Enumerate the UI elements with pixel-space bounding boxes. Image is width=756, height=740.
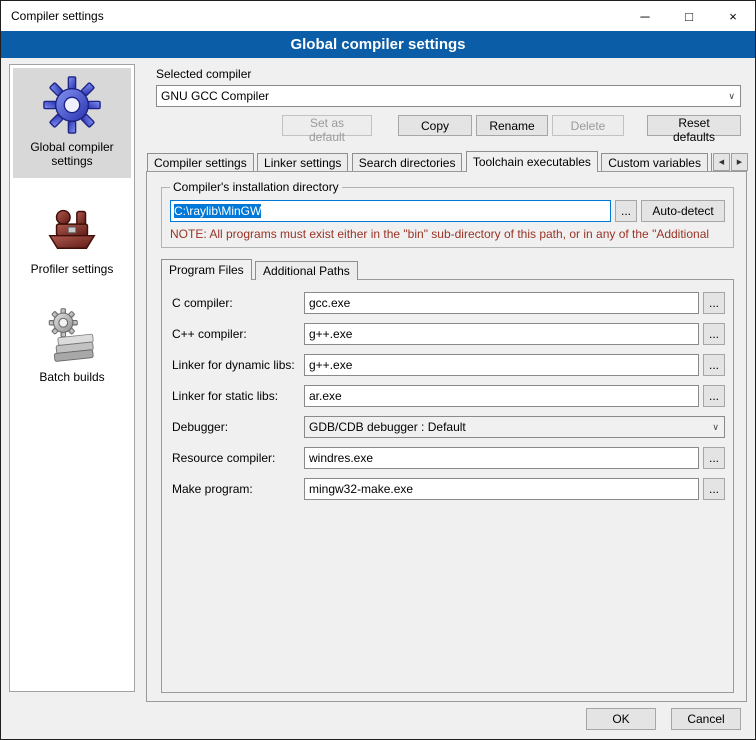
sidebar-item-label: Profiler settings (15, 262, 129, 276)
subtab-additional-paths[interactable]: Additional Paths (255, 261, 358, 280)
make-program-input[interactable] (304, 478, 699, 500)
tab-toolchain-executables[interactable]: Toolchain executables (466, 151, 598, 172)
field-row-static-linker: Linker for static libs: ... (172, 385, 725, 407)
profiler-icon (44, 198, 100, 256)
sidebar-item-label: Global compiler settings (15, 140, 129, 168)
compiler-buttons-row: Set as default Copy Rename Delete Reset … (156, 115, 741, 136)
field-row-dynamic-linker: Linker for dynamic libs: ... (172, 354, 725, 376)
reset-defaults-button[interactable]: Reset defaults (647, 115, 741, 136)
compiler-select-value: GNU GCC Compiler (161, 89, 269, 103)
field-label: C compiler: (172, 296, 304, 310)
field-label: Resource compiler: (172, 451, 304, 465)
subtab-program-files[interactable]: Program Files (161, 259, 252, 280)
browse-cpp-compiler-button[interactable]: ... (703, 323, 725, 345)
set-as-default-button[interactable]: Set as default (282, 115, 372, 136)
program-files-panel: C compiler: ... C++ compiler: ... Linker… (161, 279, 734, 693)
minimize-button[interactable]: ─ (623, 1, 667, 31)
window-controls: ─ □ × (623, 1, 755, 31)
delete-button[interactable]: Delete (552, 115, 624, 136)
browse-c-compiler-button[interactable]: ... (703, 292, 725, 314)
debugger-select[interactable]: GDB/CDB debugger : Default ∨ (304, 416, 725, 438)
field-row-resource-compiler: Resource compiler: ... (172, 447, 725, 469)
field-row-c-compiler: C compiler: ... (172, 292, 725, 314)
browse-dynamic-linker-button[interactable]: ... (703, 354, 725, 376)
field-label: C++ compiler: (172, 327, 304, 341)
tab-search-directories[interactable]: Search directories (352, 153, 463, 172)
auto-detect-button[interactable]: Auto-detect (641, 200, 725, 222)
browse-make-program-button[interactable]: ... (703, 478, 725, 500)
field-row-make-program: Make program: ... (172, 478, 725, 500)
tab-scroll-buttons: ◀ ▶ (712, 153, 748, 171)
program-subtabs: Program Files Additional Paths (161, 259, 734, 280)
chevron-down-icon: ∨ (707, 417, 724, 437)
field-label: Linker for dynamic libs: (172, 358, 304, 372)
rename-button[interactable]: Rename (476, 115, 548, 136)
field-label: Linker for static libs: (172, 389, 304, 403)
copy-button[interactable]: Copy (398, 115, 472, 136)
ok-button[interactable]: OK (586, 708, 656, 730)
installation-directory-row: C:\raylib\MinGW ... Auto-detect (170, 200, 725, 222)
dialog-footer: OK Cancel (586, 708, 741, 730)
tab-compiler-settings[interactable]: Compiler settings (147, 153, 254, 172)
tab-scroll-right-icon[interactable]: ▶ (731, 153, 748, 171)
page-title: Global compiler settings (1, 31, 755, 58)
tab-scroll-left-icon[interactable]: ◀ (713, 153, 730, 171)
sidebar-item-global-compiler-settings[interactable]: Global compiler settings (13, 68, 131, 178)
cpp-compiler-input[interactable] (304, 323, 699, 345)
gear-icon (43, 76, 101, 134)
tab-custom-variables[interactable]: Custom variables (601, 153, 708, 172)
installation-directory-value: C:\raylib\MinGW (174, 204, 261, 218)
dynamic-linker-input[interactable] (304, 354, 699, 376)
sidebar-item-profiler-settings[interactable]: Profiler settings (13, 190, 131, 286)
compiler-settings-window: Compiler settings ─ □ × Global compiler … (0, 0, 756, 740)
field-row-cpp-compiler: C++ compiler: ... (172, 323, 725, 345)
browse-directory-button[interactable]: ... (615, 200, 637, 222)
chevron-down-icon: ∨ (723, 86, 740, 106)
sidebar-item-batch-builds[interactable]: Batch builds (13, 298, 131, 394)
debugger-select-value: GDB/CDB debugger : Default (309, 420, 466, 434)
static-linker-input[interactable] (304, 385, 699, 407)
compiler-select[interactable]: GNU GCC Compiler ∨ (156, 85, 741, 107)
installation-directory-legend: Compiler's installation directory (170, 180, 342, 194)
dialog-body: Global compiler settings Profiler settin… (1, 58, 755, 739)
maximize-button[interactable]: □ (667, 1, 711, 31)
field-label: Debugger: (172, 420, 304, 434)
field-row-debugger: Debugger: GDB/CDB debugger : Default ∨ (172, 416, 725, 438)
settings-sidebar: Global compiler settings Profiler settin… (9, 64, 135, 692)
close-button[interactable]: × (711, 1, 755, 31)
resource-compiler-input[interactable] (304, 447, 699, 469)
sidebar-item-label: Batch builds (15, 370, 129, 384)
settings-tabstrip: Compiler settings Linker settings Search… (147, 151, 748, 172)
c-compiler-input[interactable] (304, 292, 699, 314)
main-panel: Selected compiler GNU GCC Compiler ∨ Set… (146, 58, 749, 739)
selected-compiler-label: Selected compiler (156, 67, 251, 81)
field-label: Make program: (172, 482, 304, 496)
installation-directory-group: Compiler's installation directory C:\ray… (161, 180, 734, 248)
toolchain-executables-panel: Compiler's installation directory C:\ray… (146, 171, 747, 702)
batch-builds-icon (44, 306, 100, 364)
cancel-button[interactable]: Cancel (671, 708, 741, 730)
directory-note: NOTE: All programs must exist either in … (170, 227, 725, 241)
tab-linker-settings[interactable]: Linker settings (257, 153, 348, 172)
titlebar: Compiler settings ─ □ × (1, 1, 755, 31)
browse-resource-compiler-button[interactable]: ... (703, 447, 725, 469)
browse-static-linker-button[interactable]: ... (703, 385, 725, 407)
window-title: Compiler settings (1, 9, 104, 23)
installation-directory-input[interactable]: C:\raylib\MinGW (170, 200, 611, 222)
